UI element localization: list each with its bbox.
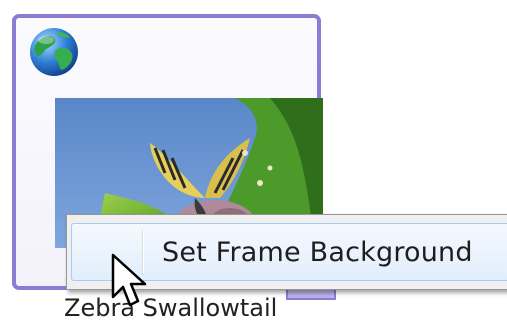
arrow-cursor-icon — [111, 253, 147, 307]
thumbnail-caption: Zebra Swallowtail — [64, 294, 278, 322]
globe-icon — [30, 28, 78, 76]
menu-item-label: Set Frame Background — [162, 237, 473, 268]
